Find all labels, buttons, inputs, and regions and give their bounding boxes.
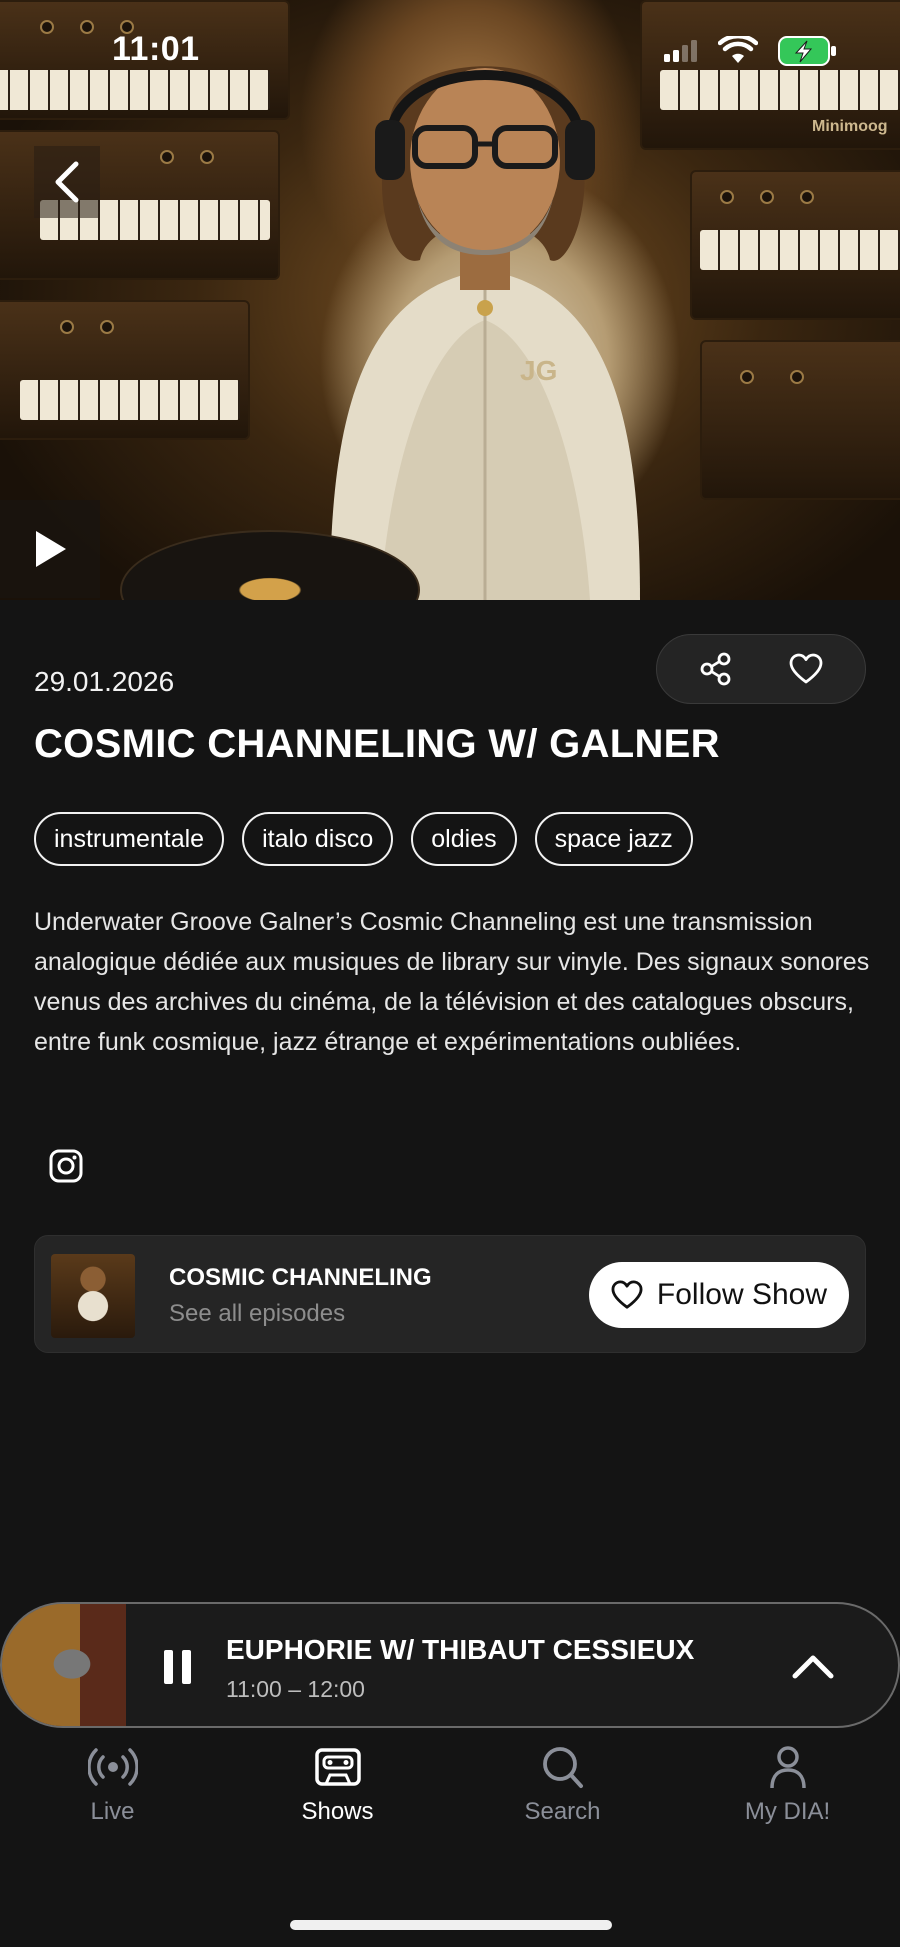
pause-icon xyxy=(163,1650,173,1684)
instagram-link[interactable] xyxy=(44,1144,88,1188)
now-playing-artwork xyxy=(2,1604,126,1726)
share-icon xyxy=(700,652,731,686)
wifi-icon xyxy=(718,36,758,63)
knob-decor xyxy=(800,190,814,204)
tab-shows[interactable]: Shows xyxy=(225,1744,450,1854)
knob-decor xyxy=(100,320,114,334)
knob-decor xyxy=(160,150,174,164)
instagram-icon xyxy=(49,1149,83,1183)
tag-chip[interactable]: oldies xyxy=(411,812,517,866)
see-all-episodes-link[interactable]: See all episodes xyxy=(169,1300,345,1328)
follow-show-button[interactable]: Follow Show xyxy=(588,1262,849,1328)
knob-decor xyxy=(760,190,774,204)
tag-chip[interactable]: instrumentale xyxy=(34,812,225,866)
heart-icon xyxy=(789,653,823,684)
home-indicator xyxy=(290,1920,612,1930)
search-icon xyxy=(542,1747,583,1788)
episode-description: Underwater Groove Galner’s Cosmic Channe… xyxy=(34,908,870,1056)
cassette-icon xyxy=(314,1748,361,1786)
tag-chip[interactable]: space jazz xyxy=(534,812,693,866)
episode-title: COSMIC CHANNELING W/ GALNER xyxy=(34,722,720,766)
tab-my-dia[interactable]: My DIA! xyxy=(675,1744,900,1854)
knob-decor xyxy=(200,150,214,164)
status-icons xyxy=(664,36,838,66)
knob-decor xyxy=(720,190,734,204)
favorite-button[interactable] xyxy=(776,639,836,699)
tab-live[interactable]: Live xyxy=(0,1744,225,1854)
knob-decor xyxy=(60,320,74,334)
episode-actions xyxy=(656,634,866,704)
tab-bar: Live Shows Search My DIA! xyxy=(0,1744,900,1854)
status-time: 11:01 xyxy=(112,30,200,68)
tab-label: Shows xyxy=(301,1798,374,1825)
mini-player[interactable]: EUPHORIE W/ THIBAUT CESSIEUX 11:00 – 12:… xyxy=(0,1602,900,1728)
episode-date: 29.01.2026 xyxy=(34,666,175,697)
tab-label: Search xyxy=(524,1798,601,1825)
tab-label: My DIA! xyxy=(744,1798,831,1825)
cellular-signal-icon xyxy=(664,40,697,62)
tab-search[interactable]: Search xyxy=(450,1744,675,1854)
synth-keys-decor xyxy=(700,230,900,270)
show-name: COSMIC CHANNELING xyxy=(169,1264,432,1291)
synth-decor xyxy=(700,340,900,500)
now-playing-time: 11:00 – 12:00 xyxy=(226,1676,365,1702)
play-icon xyxy=(36,531,66,567)
broadcast-icon xyxy=(87,1748,138,1786)
dj-portrait: JG xyxy=(330,66,640,600)
back-button[interactable] xyxy=(34,146,100,218)
knob-decor xyxy=(740,370,754,384)
expand-player-button[interactable] xyxy=(788,1642,838,1692)
monogram-label: JG xyxy=(520,355,557,386)
tag-chip[interactable]: italo disco xyxy=(242,812,394,866)
status-bar: 11:01 xyxy=(0,0,900,100)
chevron-up-icon xyxy=(792,1655,834,1679)
pause-icon xyxy=(181,1650,191,1684)
pause-button[interactable] xyxy=(152,1640,202,1694)
hero-play-button[interactable] xyxy=(0,500,100,598)
tab-label: Live xyxy=(90,1798,135,1825)
synth-brand-label: Minimoog xyxy=(812,118,888,135)
follow-show-label: Follow Show xyxy=(656,1278,827,1311)
show-thumbnail xyxy=(51,1254,135,1338)
knob-decor xyxy=(790,370,804,384)
synth-keys-decor xyxy=(20,380,240,420)
person-icon xyxy=(769,1746,806,1789)
episode-tags: instrumentale italo disco oldies space j… xyxy=(34,812,693,866)
show-card[interactable]: COSMIC CHANNELING See all episodes Follo… xyxy=(34,1235,866,1353)
episode-screen: Minimoog JG 11:01 29.01.2026 COSMIC CHAN… xyxy=(0,0,900,1947)
heart-icon xyxy=(611,1280,643,1309)
share-button[interactable] xyxy=(686,639,746,699)
chevron-left-icon xyxy=(55,161,79,203)
battery-charging-icon xyxy=(778,36,836,66)
now-playing-title: EUPHORIE W/ THIBAUT CESSIEUX xyxy=(226,1634,695,1665)
